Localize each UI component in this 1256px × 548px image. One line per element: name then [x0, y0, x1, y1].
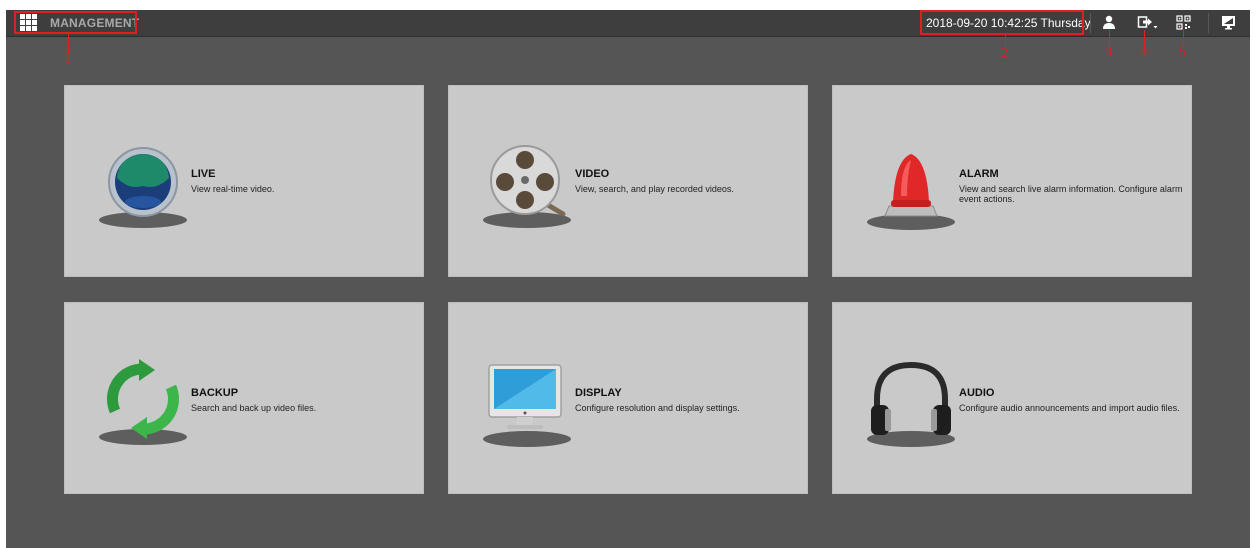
annotation-number-2: 2 [1001, 46, 1008, 61]
headphones-icon [867, 361, 955, 447]
logout-icon[interactable] [1137, 14, 1159, 32]
toolbar-divider [1090, 13, 1091, 33]
tile-audio[interactable]: AUDIO Configure audio announcements and … [832, 302, 1192, 494]
tile-backup[interactable]: BACKUP Search and back up video files. [64, 302, 424, 494]
tile-description: Search and back up video files. [191, 403, 317, 413]
app-title: MANAGEMENT [50, 16, 140, 30]
annotation-line-1 [68, 34, 69, 54]
siren-icon [867, 154, 955, 230]
datetime-display: 2018-09-20 10:42:25 Thursday [926, 16, 1091, 30]
annotation-number-4: 4 [1140, 45, 1147, 60]
tile-video[interactable]: VIDEO View, search, and play recorded vi… [448, 85, 808, 277]
tile-alarm[interactable]: ALARM View and search live alarm informa… [832, 85, 1192, 277]
tile-title: ALARM [959, 168, 999, 180]
tile-title: VIDEO [575, 168, 610, 180]
tile-title: AUDIO [959, 387, 995, 399]
film-reel-icon [483, 145, 571, 228]
annotation-number-3: 3 [1105, 45, 1112, 60]
grid-menu-icon[interactable] [20, 14, 37, 31]
tile-live[interactable]: LIVE View real-time video. [64, 85, 424, 277]
live-icon [99, 147, 187, 228]
tile-description: View and search live alarm information. … [959, 184, 1183, 204]
annotation-number-5: 5 [1179, 45, 1186, 60]
monitor-icon[interactable] [1220, 14, 1238, 32]
tile-title: BACKUP [191, 387, 239, 399]
tile-description: Configure audio announcements and import… [959, 403, 1180, 413]
tile-description: Configure resolution and display setting… [575, 403, 740, 413]
top-bar: MANAGEMENT 2018-09-20 10:42:25 Thursday [6, 10, 1250, 37]
annotation-number-1: 1 [64, 52, 71, 67]
tile-title: LIVE [191, 168, 216, 180]
qr-code-icon[interactable] [1176, 14, 1192, 32]
tile-display[interactable]: DISPLAY Configure resolution and display… [448, 302, 808, 494]
management-app: MANAGEMENT 2018-09-20 10:42:25 Thursday [6, 10, 1250, 548]
tile-title: DISPLAY [575, 387, 622, 399]
refresh-arrows-icon [99, 359, 187, 445]
monitor-icon [483, 364, 571, 447]
tile-description: View real-time video. [191, 184, 275, 194]
tile-description: View, search, and play recorded videos. [575, 184, 734, 194]
toolbar-divider [1208, 13, 1209, 33]
